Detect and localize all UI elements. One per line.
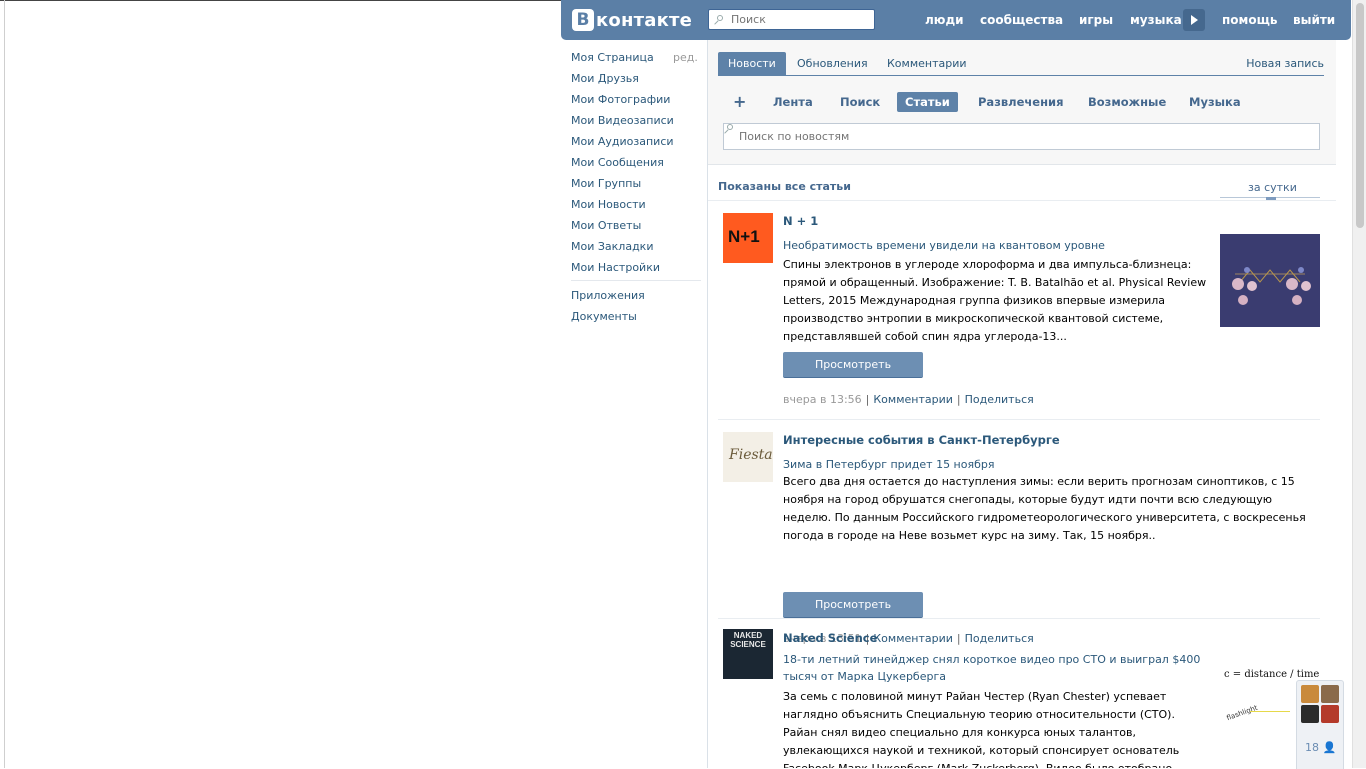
post-share-link[interactable]: Поделиться bbox=[965, 393, 1034, 406]
user-icon: 👤 bbox=[1322, 741, 1337, 754]
subtab-entertainment[interactable]: Развлечения bbox=[970, 92, 1071, 112]
news-search[interactable] bbox=[723, 123, 1320, 150]
subtab-search[interactable]: Поиск bbox=[832, 92, 888, 112]
feed-divider bbox=[708, 200, 1336, 201]
post-author[interactable]: N + 1 bbox=[783, 214, 818, 228]
tab-comments[interactable]: Комментарии bbox=[877, 52, 977, 75]
sidebar-item-videos[interactable]: Мои Видеозаписи bbox=[571, 114, 674, 127]
window-top-line bbox=[0, 0, 561, 1]
flashlight-label: flashlight bbox=[1225, 703, 1259, 723]
nav-people[interactable]: люди bbox=[925, 13, 964, 27]
post-text: Спины электронов в углероде хлороформа и… bbox=[783, 258, 1207, 343]
post-divider bbox=[718, 618, 1320, 619]
meta-separator: | bbox=[956, 393, 961, 406]
chat-friend-avatar[interactable] bbox=[1321, 705, 1339, 723]
nav-communities[interactable]: сообщества bbox=[980, 13, 1063, 27]
vk-logo[interactable]: В контакте bbox=[572, 9, 692, 31]
sidebar-item-documents[interactable]: Документы bbox=[571, 310, 637, 323]
sidebar-edit-link[interactable]: ред. bbox=[673, 51, 698, 64]
sidebar-item-apps[interactable]: Приложения bbox=[571, 289, 645, 302]
sidebar-item-bookmarks[interactable]: Мои Закладки bbox=[571, 240, 653, 253]
sidebar-item-photos[interactable]: Мои Фотографии bbox=[571, 93, 670, 106]
online-friends-count[interactable]: 18 👤 bbox=[1305, 741, 1336, 754]
post-meta: вчера в 13:56 | Комментарии | Поделиться bbox=[783, 393, 1034, 406]
post-headline-link[interactable]: 18-ти летний тинейджер снял короткое вид… bbox=[783, 651, 1213, 685]
post-avatar[interactable]: N+1 bbox=[723, 213, 773, 263]
sidebar-item-friends[interactable]: Мои Друзья bbox=[571, 72, 639, 85]
nav-games[interactable]: игры bbox=[1079, 13, 1113, 27]
quantum-spin-image bbox=[1220, 234, 1320, 327]
window-left-border bbox=[4, 0, 5, 768]
post-headline-link[interactable]: Зима в Петербург придет 15 ноября bbox=[783, 456, 1313, 473]
sidebar-divider bbox=[571, 280, 701, 281]
nav-logout[interactable]: выйти bbox=[1293, 13, 1335, 27]
chat-friend-avatar[interactable] bbox=[1301, 685, 1319, 703]
top-header: В контакте люди сообщества игры музыка п… bbox=[561, 0, 1351, 40]
page-scrollbar[interactable] bbox=[1352, 0, 1366, 768]
post-avatar[interactable]: Fiesta bbox=[723, 432, 773, 482]
news-search-input[interactable] bbox=[737, 129, 1301, 144]
sidebar-item-groups[interactable]: Мои Группы bbox=[571, 177, 641, 190]
avatar-logo-text: N+1 bbox=[728, 227, 760, 246]
subtab-possible[interactable]: Возможные bbox=[1080, 92, 1174, 112]
post-author[interactable]: Naked Science bbox=[783, 631, 877, 645]
period-filter[interactable]: за сутки bbox=[1248, 181, 1297, 194]
post-comments-link[interactable]: Комментарии bbox=[873, 393, 953, 406]
post-text: За семь с половиной минут Райан Честер (… bbox=[783, 690, 1183, 768]
search-icon bbox=[714, 14, 724, 25]
subtab-music[interactable]: Музыка bbox=[1181, 92, 1249, 112]
post-time[interactable]: вчера в 13:56 bbox=[783, 393, 862, 406]
chat-widget[interactable]: 18 👤 bbox=[1296, 680, 1344, 769]
play-icon[interactable] bbox=[1183, 9, 1205, 31]
chat-friend-avatar[interactable] bbox=[1301, 705, 1319, 723]
avatar-logo-text: NAKED SCIENCE bbox=[730, 631, 766, 649]
tab-news[interactable]: Новости bbox=[718, 52, 786, 75]
nav-music[interactable]: музыка bbox=[1130, 13, 1182, 27]
light-beam bbox=[1250, 711, 1290, 712]
view-post-button[interactable]: Просмотреть bbox=[783, 592, 923, 618]
avatar-logo-text: Fiesta bbox=[729, 447, 773, 463]
formula-text: c = distance / time bbox=[1224, 669, 1320, 680]
sidebar-item-my-page[interactable]: Моя Страница bbox=[571, 51, 654, 64]
post-headline-link[interactable]: Необратимость времени увидели на квантов… bbox=[783, 237, 1213, 254]
post-text: Всего два дня остается до наступления зи… bbox=[783, 475, 1306, 542]
tabs-underline bbox=[718, 75, 1324, 76]
sidebar-item-settings[interactable]: Мои Настройки bbox=[571, 261, 660, 274]
sidebar-item-audio[interactable]: Мои Аудиозаписи bbox=[571, 135, 674, 148]
vk-logo-text: контакте bbox=[596, 9, 693, 31]
news-main: Новости Обновления Комментарии Новая зап… bbox=[707, 40, 1336, 768]
chat-count-value: 18 bbox=[1305, 741, 1319, 754]
header-search[interactable] bbox=[708, 9, 875, 30]
view-post-button[interactable]: Просмотреть bbox=[783, 352, 923, 378]
post-divider bbox=[718, 419, 1320, 420]
news-tabs-area: Новости Обновления Комментарии Новая зап… bbox=[708, 40, 1336, 165]
post-thumbnail[interactable] bbox=[1220, 234, 1320, 327]
subtab-feed[interactable]: Лента bbox=[765, 92, 821, 112]
meta-separator: | bbox=[865, 393, 870, 406]
sidebar-item-answers[interactable]: Мои Ответы bbox=[571, 219, 641, 232]
header-search-input[interactable] bbox=[729, 12, 873, 27]
new-post-link[interactable]: Новая запись bbox=[1246, 57, 1324, 70]
post-author[interactable]: Интересные события в Санкт-Петербурге bbox=[783, 433, 1060, 447]
feed-summary-label: Показаны все статьи bbox=[718, 180, 851, 193]
sidebar-item-news[interactable]: Мои Новости bbox=[571, 198, 646, 211]
subtab-articles[interactable]: Статьи bbox=[897, 92, 958, 112]
add-source-icon[interactable]: + bbox=[733, 93, 746, 111]
post-avatar[interactable]: NAKED SCIENCE bbox=[723, 629, 773, 679]
tab-updates[interactable]: Обновления bbox=[787, 52, 878, 75]
chat-friend-avatar[interactable] bbox=[1321, 685, 1339, 703]
sidebar-item-messages[interactable]: Мои Сообщения bbox=[571, 156, 664, 169]
feed-post: NAKED SCIENCE Naked Science 18-ти летний… bbox=[708, 629, 1336, 768]
nav-help[interactable]: помощь bbox=[1222, 13, 1277, 27]
scrollbar-thumb[interactable] bbox=[1356, 3, 1364, 228]
vk-logo-mark: В bbox=[572, 9, 594, 31]
